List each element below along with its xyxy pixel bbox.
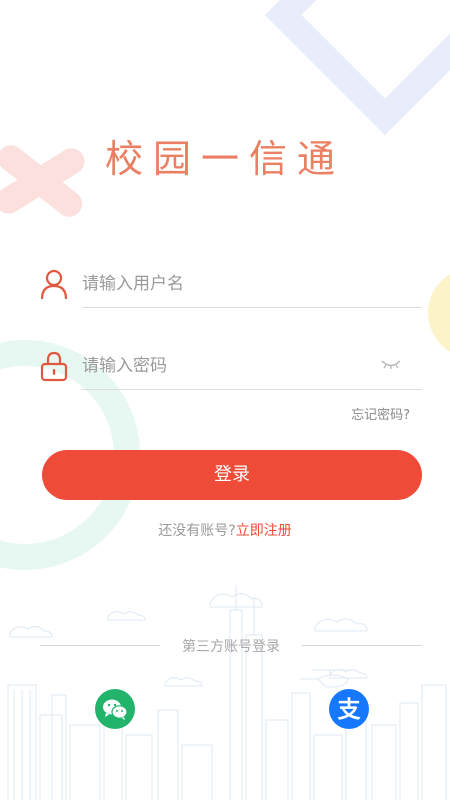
password-underline (82, 389, 422, 390)
app-title: 校园一信通 (104, 137, 345, 181)
decor-square (264, 0, 450, 136)
third-party-divider: 第三方账号登录 (40, 636, 422, 656)
wechat-icon (103, 699, 128, 720)
login-screen: 校园一信通 忘记密码? 登录 还没有账号?立即注册 第三方账号登录 (0, 0, 450, 800)
alipay-glyph: 支 (337, 697, 362, 723)
login-button[interactable]: 登录 (42, 450, 422, 500)
username-field (40, 264, 422, 308)
password-input[interactable] (82, 346, 382, 386)
forgot-password-link[interactable]: 忘记密码? (351, 404, 410, 423)
user-icon (40, 269, 68, 300)
register-link[interactable]: 立即注册 (236, 523, 292, 539)
password-field (40, 346, 422, 390)
alipay-login-button[interactable]: 支 (329, 689, 369, 729)
username-underline (82, 307, 422, 308)
register-hint: 还没有账号? (158, 523, 236, 539)
username-input[interactable] (82, 264, 382, 304)
third-party-label: 第三方账号登录 (182, 639, 280, 655)
eye-closed-icon[interactable] (380, 356, 402, 372)
wechat-login-button[interactable] (95, 689, 135, 729)
register-row: 还没有账号?立即注册 (0, 520, 450, 540)
decor-circle (428, 268, 450, 358)
alipay-icon: 支 (337, 697, 362, 723)
lock-icon (40, 351, 68, 382)
city-skyline-illustration (7, 585, 447, 800)
